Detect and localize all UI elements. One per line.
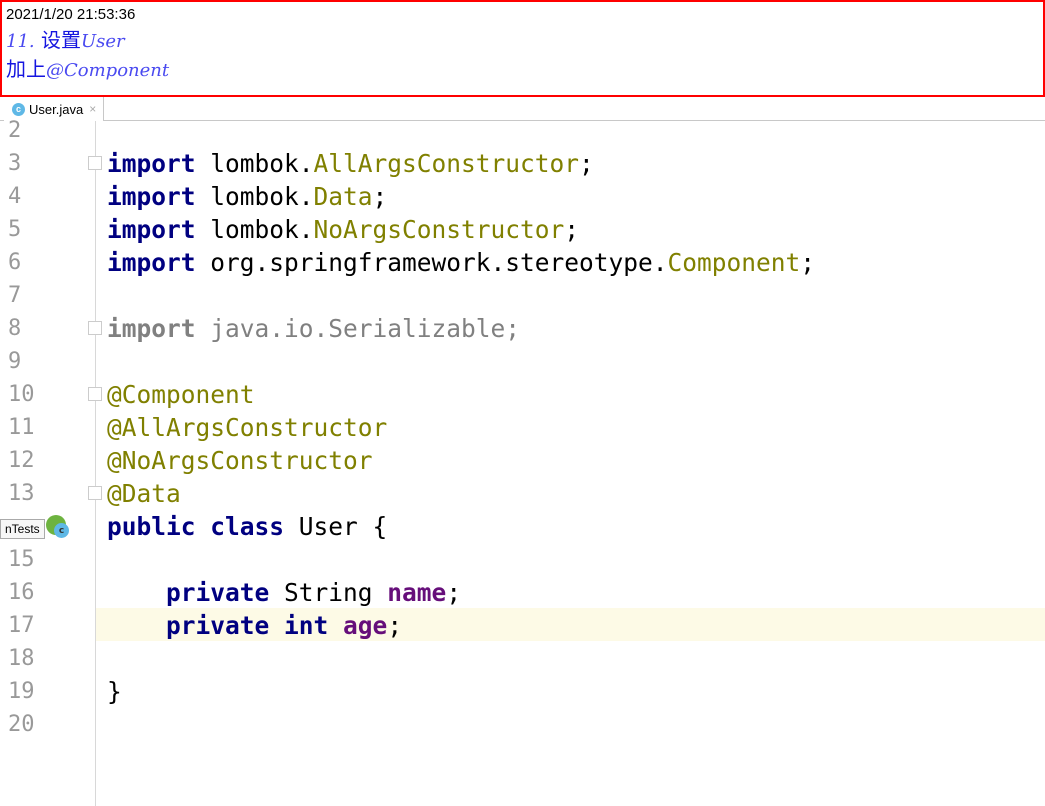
class-icon: c — [54, 523, 69, 538]
line-number: 2 — [8, 118, 22, 143]
close-icon[interactable]: × — [89, 102, 96, 116]
code-line-6[interactable]: import org.springframework.stereotype.Co… — [107, 246, 815, 279]
code-line-10[interactable]: @Component — [107, 378, 255, 411]
fold-icon[interactable] — [88, 321, 102, 335]
line-number: 5 — [8, 217, 22, 242]
code-line-5[interactable]: import lombok.NoArgsConstructor; — [107, 213, 579, 246]
code-line-13[interactable]: @Data — [107, 477, 181, 510]
code-line-17[interactable]: private int age; — [107, 609, 402, 642]
line-number: 10 — [8, 382, 35, 407]
editor-tab-bar: c User.java × — [0, 97, 1045, 121]
timestamp: 2021/1/20 21:53:36 — [6, 6, 136, 23]
line-number: 3 — [8, 151, 22, 176]
code-line-14[interactable]: public class User { — [107, 510, 387, 543]
code-line-11[interactable]: @AllArgsConstructor — [107, 411, 387, 444]
line-number: 19 — [8, 679, 35, 704]
line-number: 18 — [8, 646, 35, 671]
code-line-4[interactable]: import lombok.Data; — [107, 180, 387, 213]
line-number: 11 — [8, 415, 35, 440]
code-line-16[interactable]: private String name; — [107, 576, 461, 609]
note-line-1: 11. 设置User — [6, 28, 125, 52]
line-number: 8 — [8, 316, 22, 341]
code-line-19[interactable]: } — [107, 675, 122, 708]
fold-icon[interactable] — [88, 156, 102, 170]
line-number: 4 — [8, 184, 22, 209]
annotation-note: 2021/1/20 21:53:36 11. 设置User 加上@Compone… — [0, 0, 1045, 97]
fold-icon[interactable] — [88, 387, 102, 401]
line-number: 6 — [8, 250, 22, 275]
code-line-3[interactable]: import lombok.AllArgsConstructor; — [107, 147, 594, 180]
code-line-8[interactable]: import java.io.Serializable; — [107, 312, 520, 345]
line-number: 15 — [8, 547, 35, 572]
line-number: 20 — [8, 712, 35, 737]
note-line-2: 加上@Component — [6, 57, 170, 81]
line-number: 9 — [8, 349, 22, 374]
tooltip: nTests — [0, 519, 45, 539]
line-number: 17 — [8, 613, 35, 638]
code-line-12[interactable]: @NoArgsConstructor — [107, 444, 373, 477]
line-number: 16 — [8, 580, 35, 605]
line-number: 13 — [8, 481, 35, 506]
line-number: 7 — [8, 283, 22, 308]
line-number: 12 — [8, 448, 35, 473]
fold-icon[interactable] — [88, 486, 102, 500]
